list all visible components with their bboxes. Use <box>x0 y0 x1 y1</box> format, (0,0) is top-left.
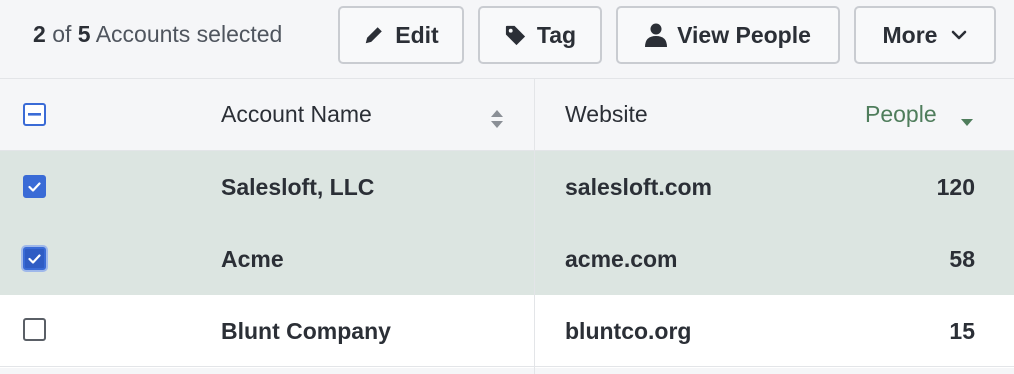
column-divider <box>534 79 535 374</box>
selection-count: 2 of 5 Accounts selected <box>33 21 282 48</box>
row-checkbox[interactable] <box>23 175 46 198</box>
row-checkbox[interactable] <box>23 318 46 341</box>
website-cell[interactable]: acme.com <box>565 246 678 273</box>
minus-icon <box>28 113 41 116</box>
pencil-icon <box>363 24 385 46</box>
select-all-checkbox[interactable] <box>23 103 46 126</box>
tag-button[interactable]: Tag <box>478 6 602 64</box>
total-count: 5 <box>77 21 91 47</box>
more-button-label: More <box>882 21 938 48</box>
tag-button-label: Tag <box>536 21 577 48</box>
people-count-cell: 15 <box>949 318 975 344</box>
chevron-down-icon <box>951 29 967 41</box>
selection-of-label: of <box>52 21 72 47</box>
account-name-cell[interactable]: Salesloft, LLC <box>221 174 374 201</box>
account-name-cell[interactable]: Blunt Company <box>221 318 391 345</box>
tag-icon <box>504 24 527 47</box>
table-row[interactable]: Salesloft, LLC salesloft.com 120 <box>0 151 1014 223</box>
view-people-button-label: View People <box>677 21 811 48</box>
view-people-button[interactable]: View People <box>616 6 840 64</box>
website-header[interactable]: Website <box>565 101 648 128</box>
people-count-cell: 120 <box>936 174 975 200</box>
sort-desc-icon[interactable] <box>960 114 974 132</box>
table-row[interactable]: Blunt Company bluntco.org 15 <box>0 295 1014 367</box>
person-icon <box>645 23 668 47</box>
sort-both-icon[interactable] <box>489 108 505 135</box>
row-checkbox[interactable] <box>23 247 46 270</box>
edit-button-label: Edit <box>395 21 439 48</box>
checkmark-icon <box>28 181 41 192</box>
table-footer-strip <box>0 368 1014 374</box>
website-cell[interactable]: salesloft.com <box>565 174 712 201</box>
table-row[interactable]: Acme acme.com 58 <box>0 223 1014 295</box>
account-name-cell[interactable]: Acme <box>221 246 284 273</box>
table-header-row: Account Name Website People <box>0 79 1014 151</box>
edit-button[interactable]: Edit <box>338 6 464 64</box>
people-count-cell: 58 <box>949 246 975 272</box>
selected-count: 2 <box>33 21 46 47</box>
more-button[interactable]: More <box>854 6 996 64</box>
website-cell[interactable]: bluntco.org <box>565 318 691 345</box>
checkmark-icon <box>28 253 41 264</box>
bulk-action-toolbar: 2 of 5 Accounts selected Edit Tag View P… <box>0 0 1014 79</box>
selection-suffix: Accounts selected <box>95 21 283 47</box>
account-name-header[interactable]: Account Name <box>221 101 372 128</box>
people-header[interactable]: People <box>865 101 937 128</box>
